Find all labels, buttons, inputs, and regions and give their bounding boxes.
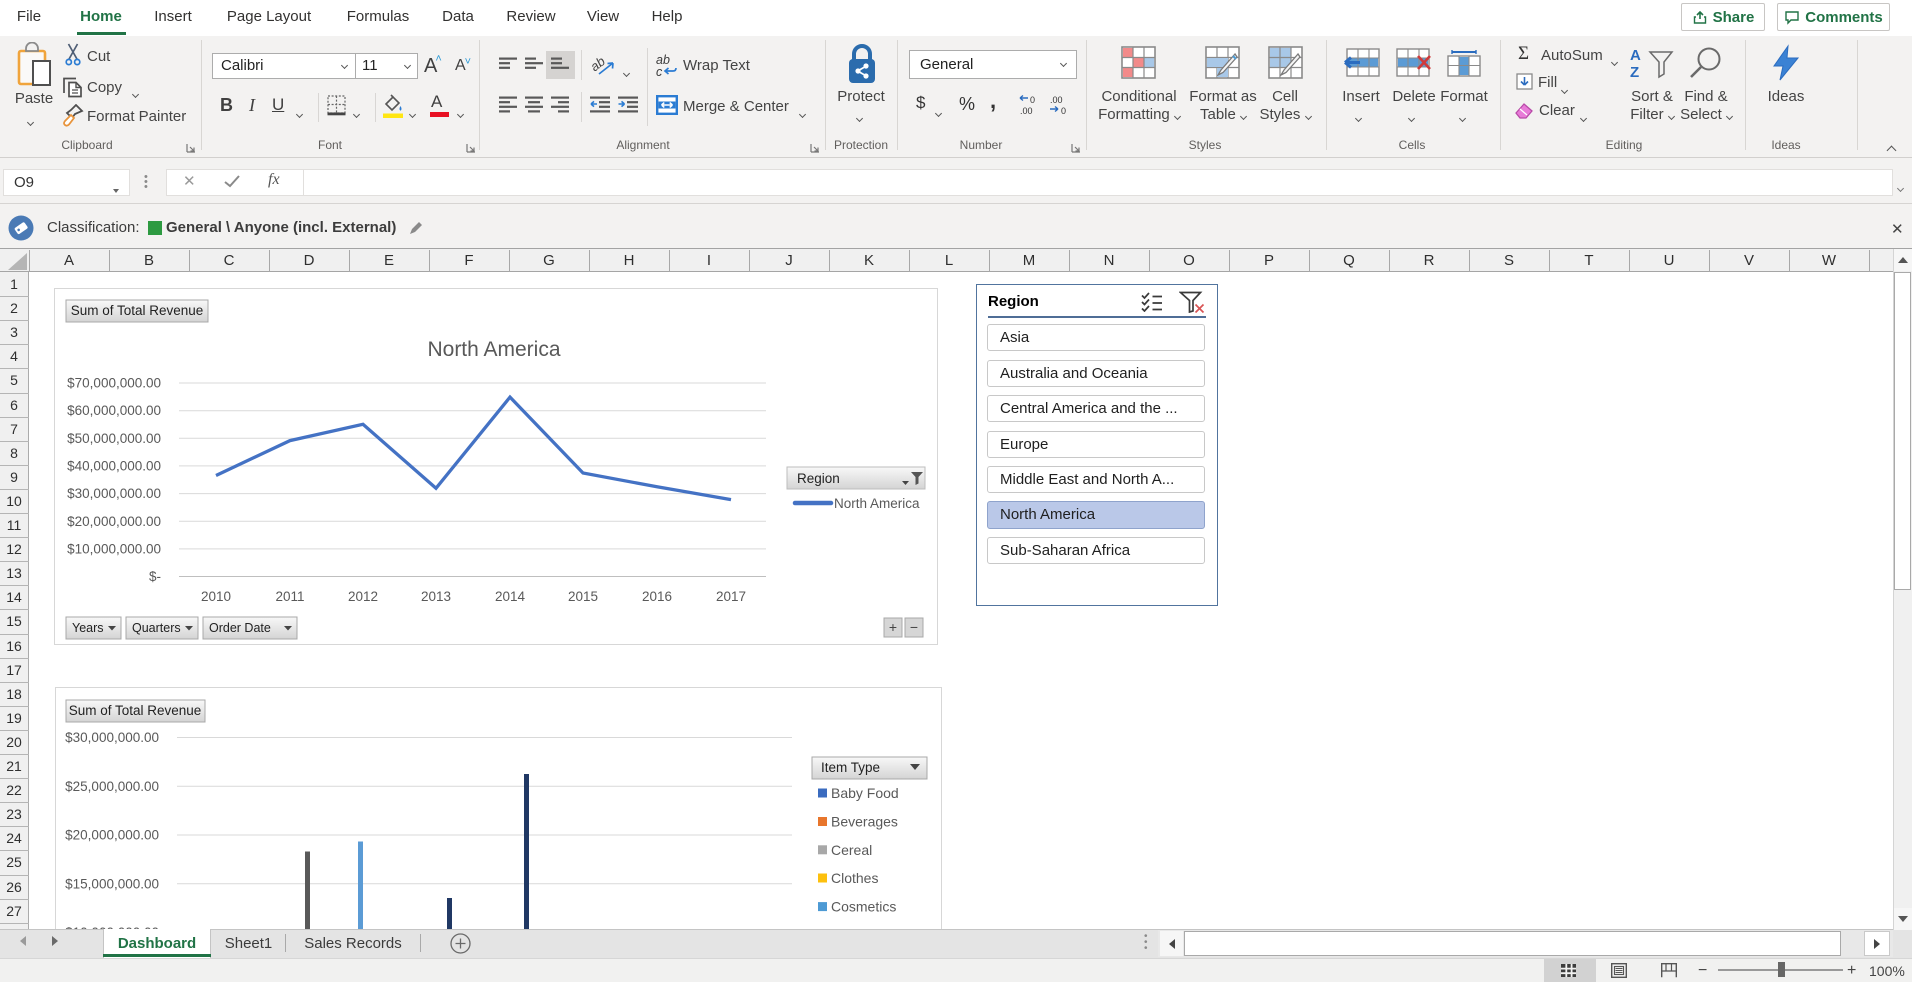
svg-text:Years: Years (72, 621, 104, 635)
svg-text:Clothes: Clothes (831, 870, 878, 886)
svg-text:Region: Region (797, 471, 840, 486)
svg-text:+: + (889, 619, 897, 635)
svg-text:$-: $- (149, 569, 161, 584)
svg-text:Quarters: Quarters (132, 621, 181, 635)
svg-text:North America: North America (427, 338, 560, 361)
svg-text:$60,000,000.00: $60,000,000.00 (67, 403, 161, 418)
svg-text:Cosmetics: Cosmetics (831, 899, 896, 915)
svg-text:Z: Z (1630, 64, 1639, 80)
svg-text:$50,000,000.00: $50,000,000.00 (67, 431, 161, 446)
svg-text:2016: 2016 (642, 589, 672, 604)
svg-text:Sum of Total Revenue: Sum of Total Revenue (71, 303, 204, 318)
svg-text:Cereal: Cereal (831, 842, 872, 858)
svg-text:$15,000,000.00: $15,000,000.00 (65, 876, 159, 891)
svg-text:2012: 2012 (348, 589, 378, 604)
svg-text:2015: 2015 (568, 589, 598, 604)
svg-text:$30,000,000.00: $30,000,000.00 (67, 486, 161, 501)
svg-text:Sum of Total Revenue: Sum of Total Revenue (69, 703, 202, 718)
svg-text:c: c (656, 65, 663, 78)
svg-text:$25,000,000.00: $25,000,000.00 (65, 779, 159, 794)
svg-text:ab: ab (592, 54, 608, 74)
svg-text:−: − (910, 619, 918, 635)
svg-text:$40,000,000.00: $40,000,000.00 (67, 458, 161, 473)
svg-text:North America: North America (834, 496, 920, 511)
svg-text:$20,000,000.00: $20,000,000.00 (67, 514, 161, 529)
svg-text:2014: 2014 (495, 589, 526, 604)
svg-text:0: 0 (1030, 95, 1035, 105)
svg-text:$30,000,000.00: $30,000,000.00 (65, 730, 159, 745)
svg-text:$70,000,000.00: $70,000,000.00 (67, 376, 161, 391)
svg-text:Order Date: Order Date (209, 621, 271, 635)
svg-text:.00: .00 (1050, 95, 1063, 105)
svg-text:Baby Food: Baby Food (831, 785, 899, 801)
svg-text:2010: 2010 (201, 589, 231, 604)
svg-text:0: 0 (1061, 106, 1066, 116)
svg-text:Item Type: Item Type (821, 760, 880, 775)
svg-text:2017: 2017 (716, 589, 746, 604)
svg-text:Beverages: Beverages (831, 814, 898, 830)
svg-text:$20,000,000.00: $20,000,000.00 (65, 828, 159, 843)
svg-text:2013: 2013 (421, 589, 451, 604)
svg-text:$10,000,000.00: $10,000,000.00 (67, 541, 161, 556)
svg-text:A: A (1630, 47, 1641, 64)
svg-text:2011: 2011 (275, 589, 304, 604)
svg-text:.00: .00 (1020, 106, 1033, 116)
